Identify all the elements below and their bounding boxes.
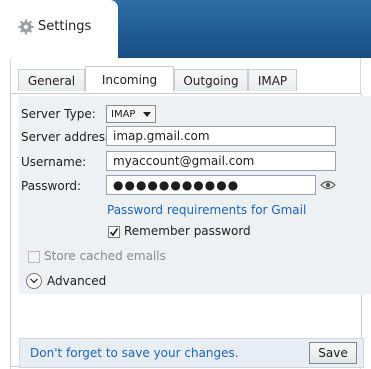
server-address-input[interactable]: imap.gmail.com (106, 126, 336, 146)
advanced-label[interactable]: Advanced (47, 274, 106, 288)
server-address-label: Server address: (21, 130, 116, 144)
settings-content: General Incoming Outgoing IMAP Server Ty… (0, 58, 371, 369)
username-label: Username: (21, 155, 87, 169)
remember-password-checkbox[interactable] (108, 226, 120, 238)
eye-icon[interactable] (320, 178, 336, 192)
save-reminder-bar: Don't forget to save your changes. Save (19, 338, 364, 368)
server-type-select[interactable]: IMAP (106, 105, 156, 123)
password-requirements-link[interactable]: Password requirements for Gmail (107, 203, 306, 217)
chevron-down-icon (30, 278, 38, 284)
store-cached-checkbox[interactable] (28, 251, 40, 263)
password-label: Password: (21, 179, 82, 193)
server-type-label: Server Type: (21, 107, 96, 121)
tab-general[interactable]: General (18, 69, 85, 91)
advanced-expander[interactable] (26, 273, 42, 289)
save-button[interactable]: Save (309, 342, 357, 364)
tab-imap[interactable]: IMAP (248, 69, 297, 91)
incoming-panel: Server Type: IMAP Server address: imap.g… (10, 93, 371, 368)
page-title: Settings (38, 19, 92, 34)
tab-outgoing[interactable]: Outgoing (174, 69, 248, 91)
password-input[interactable]: ●●●●●●●●●●● (106, 175, 316, 195)
username-input[interactable]: myaccount@gmail.com (106, 151, 336, 171)
server-type-value: IMAP (111, 108, 136, 120)
tab-incoming[interactable]: Incoming (85, 66, 174, 92)
checkmark-icon (109, 228, 119, 237)
settings-title-tab: Settings (0, 0, 118, 58)
save-reminder-message: Don't forget to save your changes. (30, 346, 239, 360)
remember-password-label: Remember password (124, 224, 251, 238)
store-cached-label: Store cached emails (44, 249, 166, 263)
gear-icon (18, 19, 34, 35)
chevron-down-icon (143, 111, 152, 117)
